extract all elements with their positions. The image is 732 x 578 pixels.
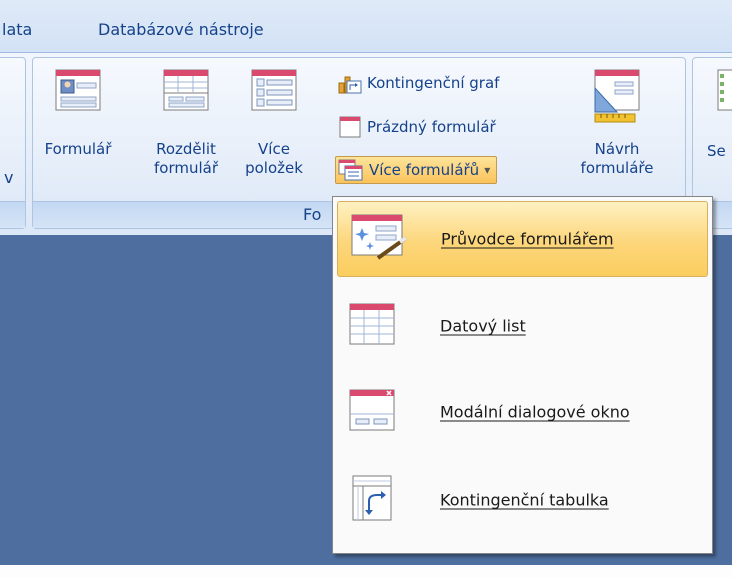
split-form-label-line2: formulář xyxy=(153,159,218,177)
pivot-table-icon xyxy=(347,473,397,527)
form-button-label: Formulář xyxy=(44,140,112,158)
form-design-label-line1: Návrh xyxy=(594,140,640,158)
multiple-items-label-line2: položek xyxy=(245,159,303,177)
blank-form-icon xyxy=(339,116,361,138)
split-form-button[interactable]: Rozdělit formulář xyxy=(144,66,228,198)
more-forms-dropdown: Průvodce formulářem Datový list Modální … xyxy=(332,196,713,554)
right-partial-label: Se xyxy=(707,142,726,160)
ribbon-group-left-partial xyxy=(0,57,26,229)
modal-dialog-icon xyxy=(347,387,397,437)
datasheet-icon xyxy=(347,301,397,351)
blank-form-label: Prázdný formulář xyxy=(367,118,496,136)
form-icon xyxy=(54,68,102,117)
pivot-chart-icon xyxy=(338,76,362,94)
ribbon-tab-bar: lata Databázové nástroje xyxy=(0,0,732,52)
split-form-icon xyxy=(162,68,210,117)
multiple-items-button[interactable]: Více položek xyxy=(236,66,312,198)
menu-item-pivot-table[interactable]: Kontingenční tabulka xyxy=(337,463,706,537)
form-wizard-icon xyxy=(348,212,410,266)
right-partial-button[interactable]: Se xyxy=(700,68,732,200)
form-design-button[interactable]: Návrh formuláře xyxy=(568,66,666,198)
split-form-label-line1: Rozdělit xyxy=(156,140,216,158)
menu-item-modal-dialog[interactable]: Modální dialogové okno xyxy=(337,375,706,449)
more-forms-icon xyxy=(338,159,363,181)
menu-item-label: Kontingenční tabulka xyxy=(440,490,609,510)
pivot-chart-button[interactable]: Kontingenční graf xyxy=(338,70,499,96)
more-forms-button[interactable]: Více formulářů ▾ xyxy=(335,156,498,184)
status-strip xyxy=(0,565,732,578)
dropdown-arrow-icon: ▾ xyxy=(484,163,491,177)
form-design-icon xyxy=(591,68,643,135)
multiple-items-icon xyxy=(250,68,298,117)
menu-item-label: Modální dialogové okno xyxy=(440,402,630,422)
menu-item-form-wizard[interactable]: Průvodce formulářem xyxy=(337,201,708,277)
form-design-label-line2: formuláře xyxy=(580,159,654,177)
left-partial-text: v xyxy=(4,168,14,187)
form-button[interactable]: Formulář xyxy=(40,66,116,198)
menu-item-label: Datový list xyxy=(440,316,526,336)
more-forms-label: Více formulářů xyxy=(369,161,480,179)
multiple-items-label-line1: Více xyxy=(258,140,290,158)
menu-item-label: Průvodce formulářem xyxy=(441,229,614,249)
pivot-chart-label: Kontingenční graf xyxy=(367,74,500,92)
report-icon xyxy=(717,69,732,111)
tab-database-tools[interactable]: Databázové nástroje xyxy=(98,20,264,39)
tab-partial[interactable]: lata xyxy=(2,20,32,39)
blank-form-button[interactable]: Prázdný formulář xyxy=(338,114,496,140)
menu-item-datasheet[interactable]: Datový list xyxy=(337,289,706,363)
